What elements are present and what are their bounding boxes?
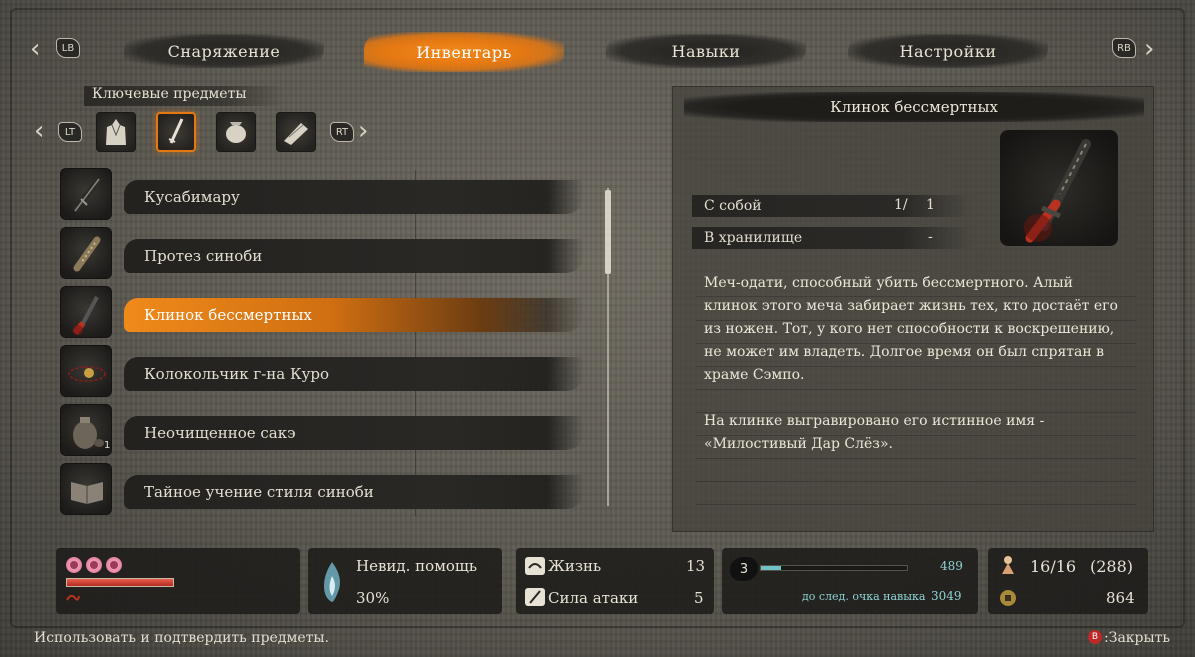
skill-points-panel bbox=[722, 548, 978, 614]
book-icon bbox=[60, 463, 112, 515]
divider bbox=[696, 481, 1136, 482]
item-label: Тайное учение стиля синоби bbox=[124, 475, 584, 509]
carried-value: 1/ bbox=[894, 197, 908, 213]
tab-inventory[interactable]: Инвентарь bbox=[364, 32, 564, 72]
unseen-aid-value: 30% bbox=[356, 589, 390, 607]
bell-charm-icon bbox=[60, 345, 112, 397]
category-title: Ключевые предметы bbox=[84, 86, 284, 106]
rb-button-hint[interactable]: RB bbox=[1112, 38, 1136, 58]
item-description: Меч-одати, способный убить бессмертного.… bbox=[704, 272, 1124, 479]
divider bbox=[696, 504, 1136, 505]
spirit-flame-icon bbox=[324, 562, 340, 602]
item-label: Кусабимару bbox=[124, 180, 584, 214]
list-item-selected[interactable]: Клинок бессмертных bbox=[58, 286, 598, 338]
detail-title: Клинок бессмертных bbox=[684, 92, 1144, 122]
skill-points-badge: 3 bbox=[730, 557, 758, 581]
description-paragraph: Меч-одати, способный убить бессмертного.… bbox=[704, 275, 1118, 383]
vitality-icon bbox=[525, 557, 545, 575]
spirit-emblems-count: 16/16 bbox=[1030, 557, 1077, 576]
spirit-emblems-reserve: (288) bbox=[1090, 557, 1134, 576]
attack-power-icon bbox=[525, 588, 545, 606]
item-label: Колокольчик г-на Куро bbox=[124, 357, 584, 391]
tab-bar: ‹ LB Снаряжение Инвентарь Навыки Настрой… bbox=[0, 28, 1195, 74]
carried-label: С собой bbox=[704, 198, 762, 214]
sword-icon[interactable] bbox=[156, 112, 196, 152]
next-point-label: до след. очка навыка bbox=[802, 590, 926, 603]
skill-exp-bar bbox=[760, 565, 908, 571]
health-bar bbox=[66, 578, 174, 587]
next-point-value: 3049 bbox=[931, 589, 962, 603]
lt-button-hint[interactable]: LT bbox=[58, 122, 82, 142]
carried-max: 1 bbox=[926, 197, 935, 213]
item-label: Протез синоби bbox=[124, 239, 584, 273]
katana-icon bbox=[60, 168, 112, 220]
list-item[interactable]: Протез синоби bbox=[58, 227, 598, 279]
tab-skills[interactable]: Навыки bbox=[606, 34, 806, 68]
list-scrollbar[interactable] bbox=[604, 180, 612, 514]
red-blade-icon bbox=[60, 286, 112, 338]
spirit-emblem-icon bbox=[1002, 556, 1014, 574]
resurrection-node-icon bbox=[66, 557, 82, 573]
item-preview-image bbox=[1000, 130, 1118, 246]
sen-coin-icon bbox=[1000, 590, 1016, 606]
tab-settings[interactable]: Настройки bbox=[848, 34, 1048, 68]
unseen-aid-label: Невид. помощь bbox=[356, 557, 478, 575]
sen-value: 864 bbox=[1106, 589, 1135, 607]
status-icon bbox=[66, 594, 80, 601]
list-item[interactable]: 1 Неочищенное сакэ bbox=[58, 404, 598, 456]
outfit-icon[interactable] bbox=[96, 112, 136, 152]
attack-power-value: 5 bbox=[694, 589, 704, 607]
close-button-icon[interactable]: B bbox=[1088, 630, 1102, 644]
scroll-icon[interactable] bbox=[276, 112, 316, 152]
close-button-label[interactable]: :Закрыть bbox=[1104, 630, 1170, 646]
list-item[interactable]: Кусабимару bbox=[58, 168, 598, 220]
chevron-right-icon[interactable]: › bbox=[358, 118, 368, 144]
storage-label: В хранилище bbox=[704, 230, 803, 246]
description-paragraph: На клинке выгравировано его истинное имя… bbox=[704, 413, 1045, 452]
item-label: Неочищенное сакэ bbox=[124, 416, 584, 450]
item-list: Кусабимару Протез синоби Клинок бессмерт… bbox=[58, 168, 598, 523]
resurrection-node-icon bbox=[86, 557, 102, 573]
exp-value: 489 bbox=[940, 559, 963, 573]
chevron-left-icon[interactable]: ‹ bbox=[30, 36, 40, 62]
vitality-label: Жизнь bbox=[548, 557, 602, 575]
tab-equipment[interactable]: Снаряжение bbox=[124, 34, 324, 68]
list-item[interactable]: Тайное учение стиля синоби bbox=[58, 463, 598, 515]
health-bar-fill bbox=[67, 579, 173, 586]
item-count: 1 bbox=[104, 440, 111, 451]
skill-exp-fill bbox=[761, 566, 782, 570]
vitality-value: 13 bbox=[686, 557, 706, 575]
chevron-left-icon[interactable]: ‹ bbox=[34, 118, 44, 144]
rt-button-hint[interactable]: RT bbox=[330, 122, 354, 142]
resurrection-node-icon bbox=[106, 557, 122, 573]
list-item[interactable]: Колокольчик г-на Куро bbox=[58, 345, 598, 397]
attack-power-label: Сила атаки bbox=[548, 589, 639, 607]
scroll-thumb[interactable] bbox=[605, 190, 611, 274]
item-label: Клинок бессмертных bbox=[124, 298, 584, 332]
pouch-icon[interactable] bbox=[216, 112, 256, 152]
prosthetic-arm-icon bbox=[60, 227, 112, 279]
storage-value: - bbox=[928, 229, 933, 245]
footer-hint: Использовать и подтвердить предметы. bbox=[34, 630, 329, 646]
chevron-right-icon[interactable]: › bbox=[1144, 36, 1154, 62]
lb-button-hint[interactable]: LB bbox=[56, 38, 80, 58]
